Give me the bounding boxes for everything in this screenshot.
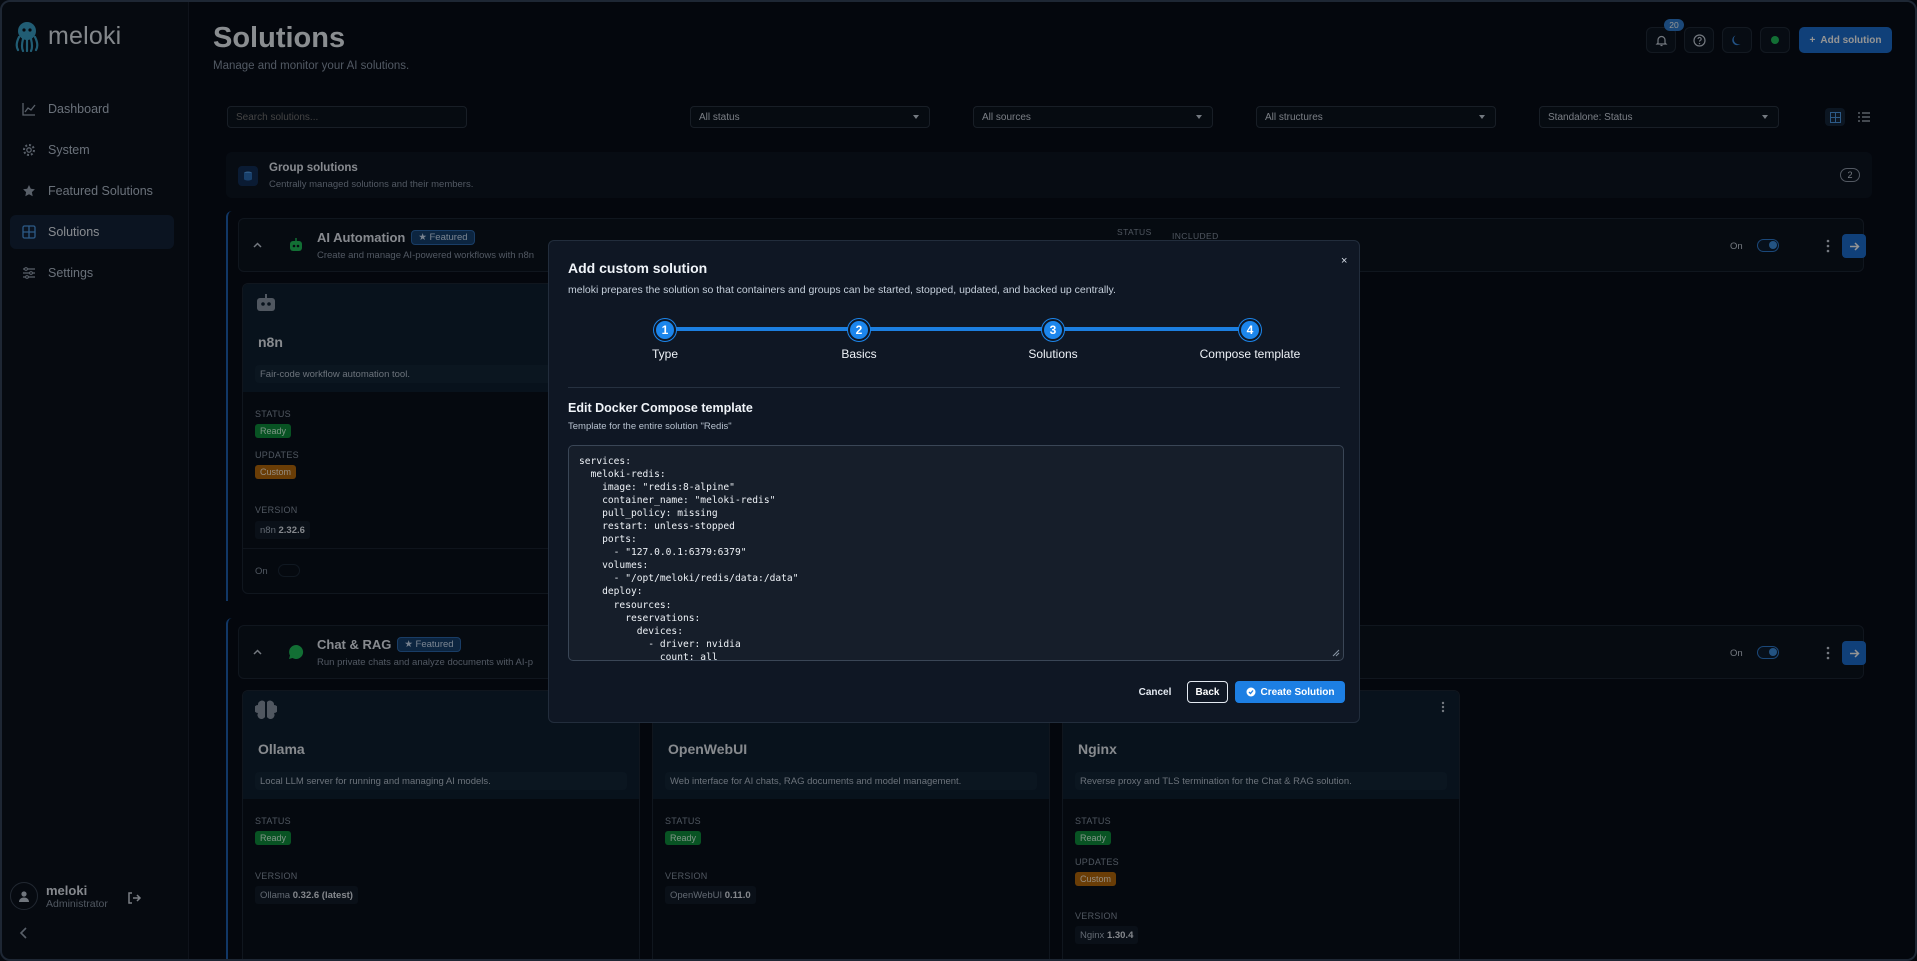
step-basics[interactable]: 2 Basics [779, 319, 939, 361]
step-number: 1 [654, 319, 676, 341]
step-solutions[interactable]: 3 Solutions [973, 319, 1133, 361]
step-number: 4 [1239, 319, 1261, 341]
dialog-divider [568, 387, 1340, 388]
dialog-title: Add custom solution [568, 260, 708, 276]
dialog-description: meloki prepares the solution so that con… [568, 284, 1116, 296]
create-solution-button[interactable]: Create Solution [1235, 681, 1345, 703]
create-solution-label: Create Solution [1260, 686, 1335, 698]
resize-handle-icon[interactable] [1332, 649, 1340, 657]
section-subtitle: Template for the entire solution "Redis" [568, 421, 732, 432]
back-button[interactable]: Back [1187, 681, 1228, 703]
section-title: Edit Docker Compose template [568, 401, 753, 415]
add-custom-solution-dialog: Add custom solution meloki prepares the … [548, 240, 1360, 723]
step-label: Basics [841, 347, 877, 361]
step-type[interactable]: 1 Type [585, 319, 745, 361]
stepper-progress-line [664, 327, 1249, 331]
step-number: 3 [1042, 319, 1064, 341]
step-label: Compose template [1199, 347, 1301, 361]
step-label: Type [651, 347, 678, 361]
close-icon[interactable]: × [1341, 255, 1347, 267]
step-label: Solutions [1028, 347, 1078, 361]
step-compose-template[interactable]: 4 Compose template [1170, 319, 1330, 361]
compose-template-text[interactable]: services: meloki-redis: image: "redis:8-… [569, 446, 1343, 660]
cancel-button[interactable]: Cancel [1130, 681, 1180, 703]
check-circle-icon [1246, 687, 1256, 697]
compose-template-editor[interactable]: services: meloki-redis: image: "redis:8-… [568, 445, 1344, 661]
step-number: 2 [848, 319, 870, 341]
